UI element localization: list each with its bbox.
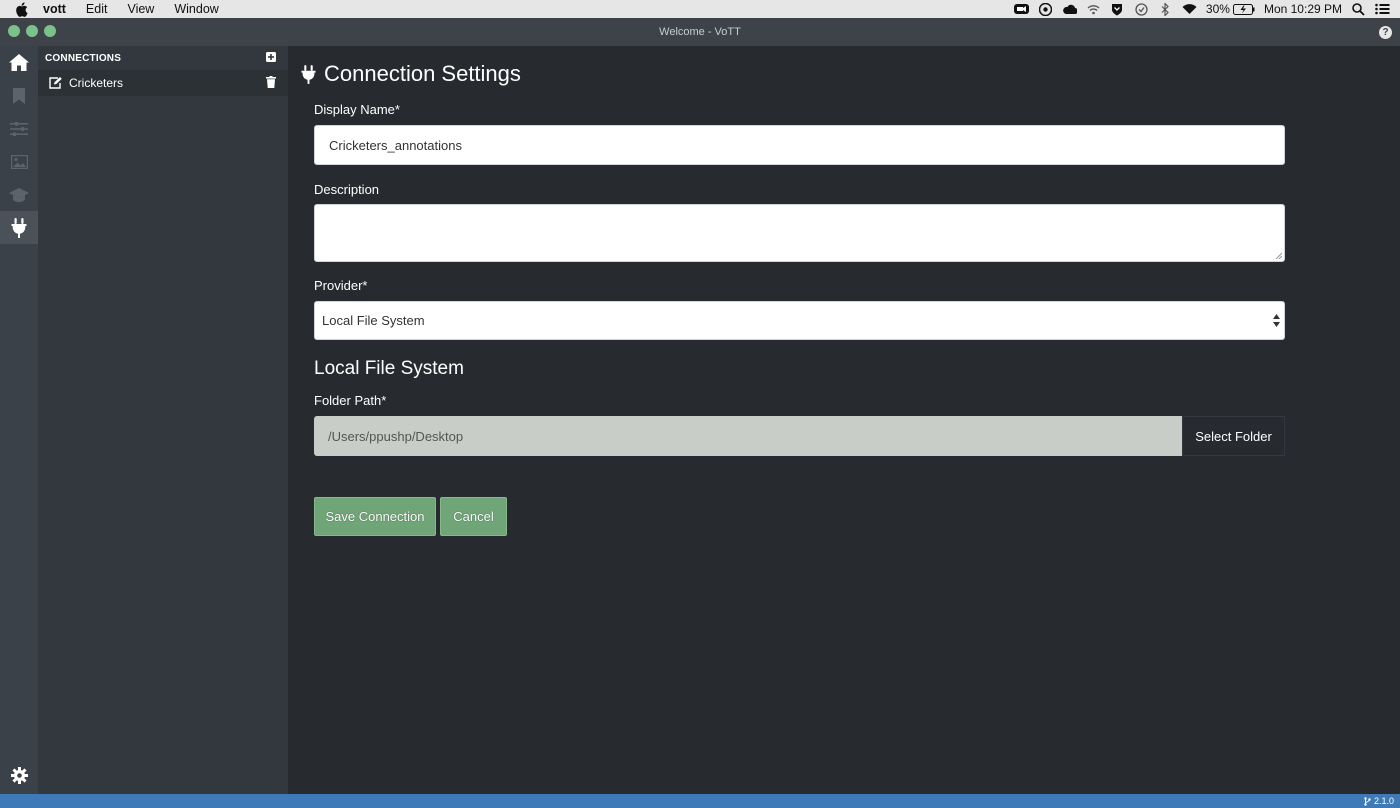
notification-center-icon[interactable] [1375,3,1390,16]
cancel-button[interactable]: Cancel [440,497,507,536]
macos-menubar: vott Edit View Window 30% Mon 10:29 PM [0,0,1400,18]
window-title: Welcome - VoTT [659,26,741,38]
help-button[interactable]: ? [1379,26,1392,39]
edit-icon [49,77,62,89]
menu-window[interactable]: Window [174,2,218,16]
graduation-cap-icon [9,187,29,202]
menubar-clock[interactable]: Mon 10:29 PM [1264,2,1342,16]
connection-item[interactable]: Cricketers [38,70,288,96]
status-bar: 2.1.0 [0,794,1400,808]
wifi-alt-icon[interactable] [1086,3,1101,16]
minimize-window-button[interactable] [26,25,38,37]
wifi-icon[interactable] [1182,3,1197,16]
nav-bookmark-button[interactable] [0,79,38,112]
add-connection-button[interactable] [266,52,276,65]
plug-icon [301,64,316,84]
chrome-icon[interactable] [1038,2,1053,16]
window-titlebar: Welcome - VoTT ? [0,18,1400,46]
provider-selected-value: Local File System [322,313,425,328]
window-controls [8,25,56,37]
app-version: 2.1.0 [1373,796,1394,806]
description-label: Description [314,182,380,197]
folder-path-field[interactable]: /Users/ppushp/Desktop [314,416,1182,456]
gear-icon [10,767,28,784]
provider-select[interactable]: Local File System [314,301,1285,340]
bookmark-icon [13,87,25,104]
cloud-icon[interactable] [1062,3,1077,16]
zoom-icon[interactable] [1013,3,1029,16]
menu-app-name[interactable]: vott [43,2,66,16]
shield-icon[interactable] [1110,3,1125,16]
display-name-field[interactable]: Cricketers_annotations [314,125,1285,165]
resize-handle-icon[interactable] [1275,252,1282,259]
select-folder-button[interactable]: Select Folder [1182,416,1285,456]
git-branch-icon [1364,796,1371,806]
nav-model-button[interactable] [0,178,38,211]
description-field[interactable] [314,204,1285,262]
trash-icon [266,76,276,88]
provider-label: Provider* [314,278,368,293]
delete-connection-button[interactable] [266,76,276,88]
sync-icon[interactable] [1134,2,1149,16]
close-window-button[interactable] [8,25,20,37]
home-icon [9,54,29,71]
battery-icon [1232,3,1255,15]
nav-home-button[interactable] [0,46,38,79]
folder-path-label: Folder Path* [314,393,387,408]
battery-percent: 30% [1205,2,1230,16]
zoom-window-button[interactable] [44,25,56,37]
display-name-value: Cricketers_annotations [329,137,462,153]
connections-header-label: CONNECTIONS [45,52,122,64]
battery-indicator[interactable]: 30% [1206,2,1255,16]
nav-settings-button[interactable] [0,759,38,792]
plug-icon [11,217,27,238]
save-connection-button[interactable]: Save Connection [314,497,436,536]
plus-square-icon [266,52,276,62]
page-title: Connection Settings [301,61,521,87]
bluetooth-icon[interactable] [1158,2,1173,16]
select-arrows-icon [1273,314,1280,327]
connections-header: CONNECTIONS [38,46,288,70]
folder-path-value: /Users/ppushp/Desktop [328,428,464,444]
sliders-icon [10,121,28,136]
image-icon [10,154,28,169]
menubar-status-area: 30% Mon 10:29 PM [1013,0,1390,18]
section-title: Local File System [314,358,464,379]
nav-image-button[interactable] [0,145,38,178]
menu-edit[interactable]: Edit [86,2,108,16]
connection-item-label: Cricketers [69,76,124,90]
spotlight-search-icon[interactable] [1351,2,1366,16]
app-icon-bar [0,46,38,794]
nav-sliders-button[interactable] [0,112,38,145]
nav-connections-button[interactable] [0,211,38,244]
connections-sidebar: CONNECTIONS Cricketers [38,46,288,794]
connection-settings-page: Connection Settings Display Name* Cricke… [288,46,1400,794]
page-title-text: Connection Settings [324,61,521,86]
display-name-label: Display Name* [314,102,400,117]
apple-icon[interactable] [15,1,31,17]
menu-view[interactable]: View [127,2,154,16]
